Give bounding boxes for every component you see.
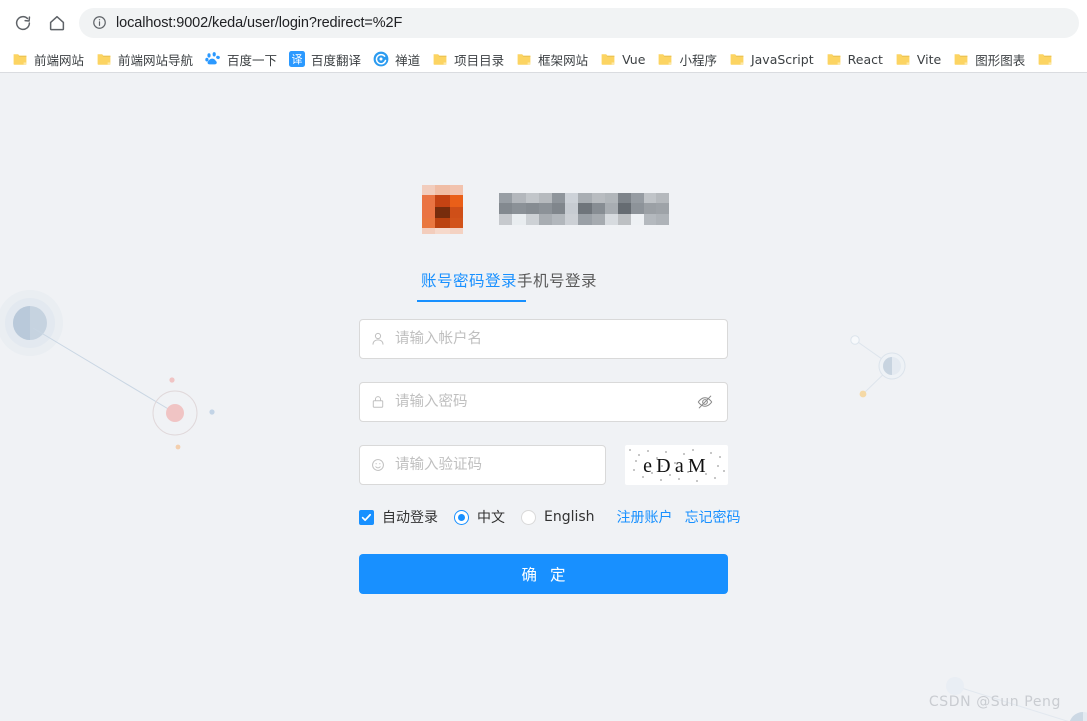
bookmark-item[interactable]: 前端网站导航 (90, 47, 199, 71)
background-decoration-right-bottom (946, 677, 1087, 721)
bookmark-label: 图形图表 (975, 52, 1026, 68)
login-method-tabs: 账号密码登录 手机号登录 (359, 269, 728, 302)
language-label-chinese: 中文 (477, 510, 505, 526)
folder-icon (827, 54, 841, 65)
bookmark-label: 百度翻译 (311, 52, 362, 68)
folder-icon (730, 54, 744, 65)
bookmark-label: 项目目录 (454, 52, 505, 68)
folder-icon (13, 54, 27, 65)
language-label-english: English (544, 509, 595, 525)
bookmark-item[interactable]: React (820, 47, 889, 71)
folder-icon (896, 54, 910, 65)
password-input[interactable] (385, 383, 696, 421)
login-form: eDaM 自动登录 中文 English 注册账户 忘记密码 确 定 (359, 319, 741, 594)
bookmark-label: JavaScript (750, 51, 814, 67)
language-radio-chinese[interactable] (454, 509, 469, 525)
watermark: CSDN @Sun Peng (928, 694, 1061, 710)
bookmark-item[interactable]: 前端网站 (6, 47, 90, 71)
bookmark-item[interactable]: 小程序 (651, 47, 723, 71)
bookmark-label: 前端网站导航 (118, 52, 194, 68)
home-icon (48, 14, 66, 32)
captcha-text: eDaM (643, 455, 710, 477)
login-options-row: 自动登录 中文 English 注册账户 忘记密码 (359, 506, 741, 528)
fanyi-icon: 译 (289, 51, 306, 67)
folder-icon (659, 54, 672, 65)
auto-login-label: 自动登录 (382, 510, 438, 526)
bookmark-item[interactable]: Vue (594, 47, 651, 71)
bookmark-item[interactable]: 框架网站 (510, 47, 594, 71)
folder-icon (97, 54, 111, 65)
login-page: 账号密码登录 手机号登录 请输入帐户名 请输入验证码 eDaM 自动登录 中文 … (0, 73, 1087, 721)
bookmark-item[interactable]: 禅道 (367, 47, 426, 71)
submit-button[interactable]: 确 定 (359, 554, 728, 594)
bookmark-label: Vite (916, 51, 942, 67)
login-container: 账号密码登录 手机号登录 请输入帐户名 请输入验证码 eDaM 自动登录 中文 … (0, 73, 1087, 594)
eye-invisible-icon[interactable] (696, 393, 714, 411)
baidu-icon (205, 52, 220, 65)
folder-icon (517, 54, 531, 65)
folder-icon (433, 54, 447, 65)
bookmark-item[interactable] (1031, 47, 1065, 71)
bookmark-item[interactable]: 译百度翻译 (283, 47, 367, 71)
bookmark-label: 百度一下 (227, 52, 278, 68)
captcha-field[interactable] (359, 445, 606, 485)
home-button[interactable] (42, 8, 72, 38)
username-input[interactable] (385, 320, 727, 358)
bookmark-item[interactable]: 图形图表 (947, 47, 1031, 71)
browser-toolbar: localhost:9002/keda/user/login?redirect=… (0, 0, 1087, 45)
bookmark-label: 框架网站 (538, 52, 589, 68)
forgot-password-link[interactable]: 忘记密码 (685, 507, 741, 527)
page-info-icon[interactable] (91, 15, 107, 31)
language-radio-english[interactable] (521, 509, 536, 525)
captcha-input[interactable] (385, 446, 605, 484)
bookmark-label: 前端网站 (34, 52, 85, 68)
auto-login-checkbox[interactable] (359, 509, 374, 525)
bookmarks-bar: 前端网站 前端网站导航 百度一下译百度翻译 禅道 项目目录 框架网站 Vue 小程序 JavaS… (0, 45, 1087, 73)
lock-icon (372, 396, 384, 408)
bookmark-label: 禅道 (395, 52, 421, 68)
folder-icon (954, 54, 968, 65)
username-field[interactable] (359, 319, 728, 359)
captcha-image[interactable]: eDaM (625, 445, 728, 485)
bookmark-item[interactable]: Vite (889, 47, 947, 71)
zentao-icon (373, 51, 389, 67)
user-icon (372, 332, 384, 345)
brand-logo-mosaic (418, 180, 466, 234)
folder-icon (601, 54, 615, 65)
reload-button[interactable] (8, 8, 38, 38)
bookmark-item[interactable]: 百度一下 (199, 47, 283, 71)
address-bar-url: localhost:9002/keda/user/login?redirect=… (116, 14, 403, 31)
brand-header (418, 180, 669, 235)
bookmark-label: React (847, 51, 883, 67)
folder-icon (1038, 54, 1052, 65)
tab-account-password[interactable]: 账号密码登录 (421, 269, 517, 302)
browser-chrome: localhost:9002/keda/user/login?redirect=… (0, 0, 1087, 73)
safety-certificate-icon (372, 459, 384, 471)
check-icon (361, 513, 372, 521)
address-bar[interactable]: localhost:9002/keda/user/login?redirect=… (79, 7, 1079, 38)
tab-active-indicator (417, 300, 526, 302)
svg-text:译: 译 (292, 53, 303, 66)
bookmark-item[interactable]: 项目目录 (426, 47, 510, 71)
brand-title-mosaic (498, 190, 669, 225)
register-link[interactable]: 注册账户 (617, 507, 673, 527)
bookmark-label: Vue (622, 51, 646, 67)
bookmark-label: 小程序 (679, 52, 717, 68)
tab-phone-number[interactable]: 手机号登录 (517, 269, 597, 302)
captcha-row: eDaM (359, 445, 728, 485)
bookmark-item[interactable]: JavaScript (723, 47, 820, 71)
password-field[interactable] (359, 382, 728, 422)
reload-icon (14, 14, 32, 32)
